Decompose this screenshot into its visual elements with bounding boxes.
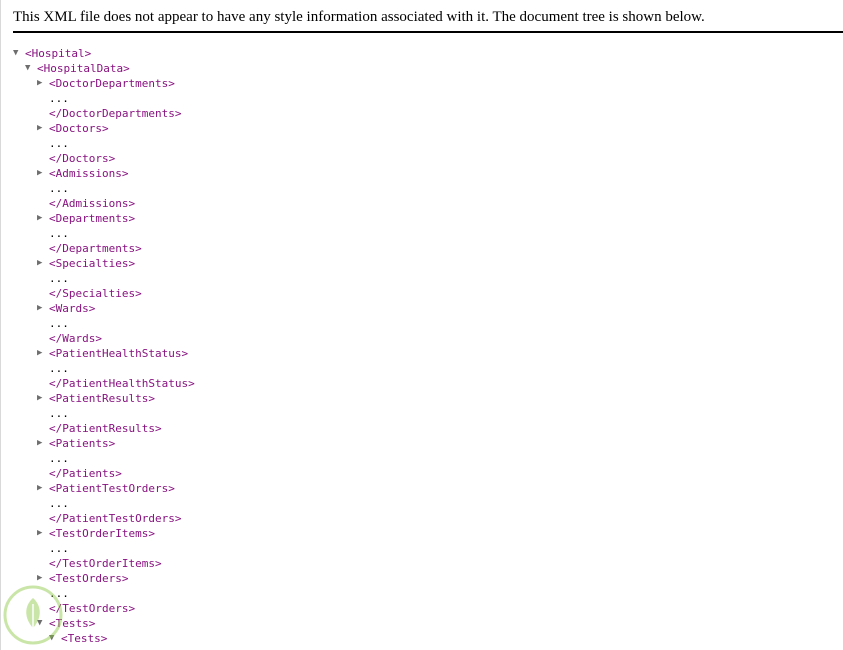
tree-row-specialties-collapsed-content: ... — [13, 271, 195, 286]
tag-patienttestorders-open: <PatientTestOrders> — [49, 482, 175, 495]
tree-row-admissions-close: </Admissions> — [13, 196, 195, 211]
tag-departments-open: <Departments> — [49, 212, 136, 225]
tag-patienthealthstatus-open: <PatientHealthStatus> — [49, 347, 189, 360]
triangle-right-icon[interactable]: ▶ — [37, 121, 49, 136]
tree-row-departments-collapsed-content: ... — [13, 226, 195, 241]
triangle-right-icon[interactable]: ▶ — [37, 301, 49, 316]
tree-row-patientresults-close: </PatientResults> — [13, 421, 195, 436]
tree-row-patients-close: </Patients> — [13, 466, 195, 481]
triangle-right-icon[interactable]: ▶ — [37, 481, 49, 496]
tree-row-patienttestorders: ▶ <PatientTestOrders> — [13, 481, 195, 496]
tree-row-patienthealthstatus: ▶ <PatientHealthStatus> — [13, 346, 195, 361]
tree-row-departments-close: </Departments> — [13, 241, 195, 256]
tree-row-specialties-close: </Specialties> — [13, 286, 195, 301]
tag-testorderitems-close: </TestOrderItems> — [49, 557, 162, 570]
tag-testorderitems-open: <TestOrderItems> — [49, 527, 155, 540]
collapsed-ellipsis: ... — [49, 497, 69, 510]
collapsed-node-list: ▶ <DoctorDepartments>... </DoctorDepartmen… — [13, 76, 195, 616]
triangle-right-icon[interactable]: ▶ — [37, 436, 49, 451]
tag-specialties-close: </Specialties> — [49, 287, 142, 300]
tag-wards-close: </Wards> — [49, 332, 102, 345]
tree-row-testorderitems-close: </TestOrderItems> — [13, 556, 195, 571]
tree-row-doctordepartments-close: </DoctorDepartments> — [13, 106, 195, 121]
collapsed-ellipsis: ... — [49, 317, 69, 330]
tree-row-testorderitems-collapsed-content: ... — [13, 541, 195, 556]
tree-row-doctors-close: </Doctors> — [13, 151, 195, 166]
tree-row-hospital: ▼ <Hospital> — [13, 46, 195, 61]
tree-row-doctordepartments: ▶ <DoctorDepartments> — [13, 76, 195, 91]
triangle-down-icon[interactable]: ▼ — [13, 46, 25, 61]
header-divider — [13, 31, 843, 33]
tag-wards-open: <Wards> — [49, 302, 96, 315]
collapsed-ellipsis: ... — [49, 272, 69, 285]
tag-hospitaldata-open: <HospitalData> — [37, 62, 130, 75]
tree-row-admissions-collapsed-content: ... — [13, 181, 195, 196]
collapsed-ellipsis: ... — [49, 137, 69, 150]
tag-doctordepartments-close: </DoctorDepartments> — [49, 107, 182, 120]
tree-row-doctors: ▶ <Doctors> — [13, 121, 195, 136]
tag-patients-close: </Patients> — [49, 467, 122, 480]
page-left-border — [0, 0, 1, 650]
collapsed-ellipsis: ... — [49, 542, 69, 555]
tree-row-patienttestorders-close: </PatientTestOrders> — [13, 511, 195, 526]
tree-row-patienttestorders-collapsed-content: ... — [13, 496, 195, 511]
tree-row-testorderitems: ▶ <TestOrderItems> — [13, 526, 195, 541]
tree-row-wards: ▶ <Wards> — [13, 301, 195, 316]
tree-row-departments: ▶ <Departments> — [13, 211, 195, 226]
triangle-right-icon[interactable]: ▶ — [37, 256, 49, 271]
tag-doctors-open: <Doctors> — [49, 122, 109, 135]
tag-patientresults-open: <PatientResults> — [49, 392, 155, 405]
triangle-right-icon[interactable]: ▶ — [37, 211, 49, 226]
collapsed-ellipsis: ... — [49, 407, 69, 420]
collapsed-ellipsis: ... — [49, 227, 69, 240]
xml-document-tree: ▼ <Hospital> ▼ <HospitalData> ▶ <DoctorDe… — [13, 46, 195, 646]
tag-patientresults-close: </PatientResults> — [49, 422, 162, 435]
tag-tests-inner-open: <Tests> — [61, 632, 108, 645]
collapsed-ellipsis: ... — [49, 182, 69, 195]
tree-row-patientresults: ▶ <PatientResults> — [13, 391, 195, 406]
tree-row-patienthealthstatus-close: </PatientHealthStatus> — [13, 376, 195, 391]
triangle-down-icon[interactable]: ▼ — [25, 61, 37, 76]
triangle-right-icon[interactable]: ▶ — [37, 76, 49, 91]
tag-specialties-open: <Specialties> — [49, 257, 136, 270]
tag-admissions-close: </Admissions> — [49, 197, 136, 210]
triangle-right-icon[interactable]: ▶ — [37, 526, 49, 541]
tag-patienttestorders-close: </PatientTestOrders> — [49, 512, 182, 525]
tree-row-wards-close: </Wards> — [13, 331, 195, 346]
triangle-right-icon[interactable]: ▶ — [37, 166, 49, 181]
tag-doctors-close: </Doctors> — [49, 152, 116, 165]
triangle-right-icon[interactable]: ▶ — [37, 346, 49, 361]
tree-row-doctors-collapsed-content: ... — [13, 136, 195, 151]
tag-departments-close: </Departments> — [49, 242, 142, 255]
tag-admissions-open: <Admissions> — [49, 167, 129, 180]
tree-row-patients-collapsed-content: ... — [13, 451, 195, 466]
tree-row-admissions: ▶ <Admissions> — [13, 166, 195, 181]
watermark-logo-icon — [3, 585, 63, 645]
tree-row-patients: ▶ <Patients> — [13, 436, 195, 451]
tag-patienthealthstatus-close: </PatientHealthStatus> — [49, 377, 195, 390]
tree-row-specialties: ▶ <Specialties> — [13, 256, 195, 271]
tree-row-patientresults-collapsed-content: ... — [13, 406, 195, 421]
collapsed-ellipsis: ... — [49, 362, 69, 375]
tree-row-doctordepartments-collapsed-content: ... — [13, 91, 195, 106]
tag-patients-open: <Patients> — [49, 437, 116, 450]
tree-row-patienthealthstatus-collapsed-content: ... — [13, 361, 195, 376]
tree-row-wards-collapsed-content: ... — [13, 316, 195, 331]
tag-doctordepartments-open: <DoctorDepartments> — [49, 77, 175, 90]
tag-hospital-open: <Hospital> — [25, 47, 92, 60]
collapsed-ellipsis: ... — [49, 452, 69, 465]
triangle-right-icon[interactable]: ▶ — [37, 391, 49, 406]
collapsed-ellipsis: ... — [49, 92, 69, 105]
xml-no-style-message: This XML file does not appear to have an… — [13, 9, 705, 25]
tree-row-hospitaldata: ▼ <HospitalData> — [13, 61, 195, 76]
